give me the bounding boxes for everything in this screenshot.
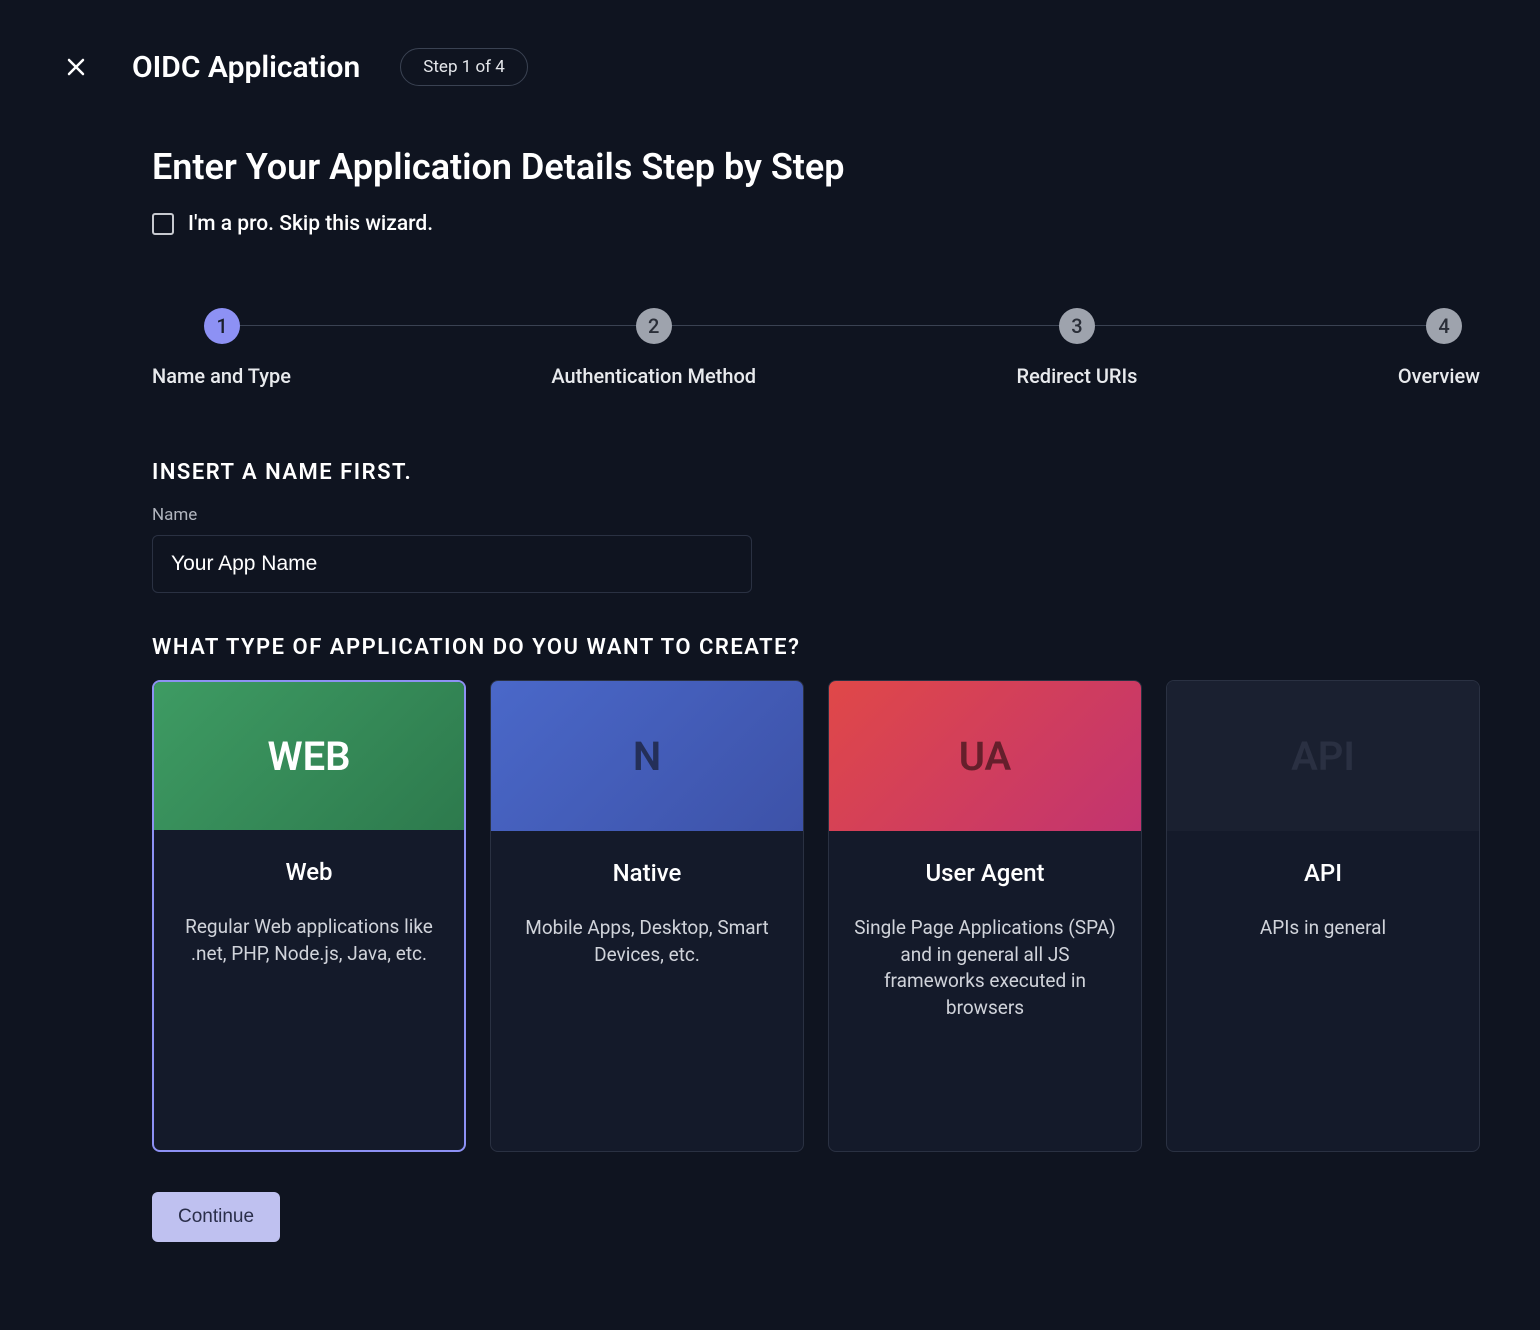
name-field-label: Name <box>152 505 1480 525</box>
type-section-heading: WHAT TYPE OF APPLICATION DO YOU WANT TO … <box>152 635 1480 660</box>
card-body-web: Web Regular Web applications like .net, … <box>154 830 464 1150</box>
continue-button[interactable]: Continue <box>152 1192 280 1242</box>
step-label-3: Redirect URIs <box>1017 364 1138 388</box>
subtitle: Enter Your Application Details Step by S… <box>152 146 1480 188</box>
card-desc-web: Regular Web applications like .net, PHP,… <box>174 914 444 967</box>
card-body-api: API APIs in general <box>1167 831 1479 1151</box>
name-section-heading: INSERT A NAME FIRST. <box>152 460 1480 485</box>
card-hero-ua: UA <box>829 681 1141 831</box>
skip-wizard-label: I'm a pro. Skip this wizard. <box>188 212 433 236</box>
skip-wizard-checkbox-row[interactable]: I'm a pro. Skip this wizard. <box>152 212 1480 236</box>
card-hero-native: N <box>491 681 803 831</box>
card-desc-ua: Single Page Applications (SPA) and in ge… <box>849 915 1121 1021</box>
card-user-agent[interactable]: UA User Agent Single Page Applications (… <box>828 680 1142 1152</box>
stepper: 1 Name and Type 2 Authentication Method … <box>152 308 1480 388</box>
card-hero-web: WEB <box>154 682 464 830</box>
card-body-ua: User Agent Single Page Applications (SPA… <box>829 831 1141 1151</box>
step-label-1: Name and Type <box>152 364 291 388</box>
step-label-2: Authentication Method <box>551 364 756 388</box>
step-circle-4: 4 <box>1426 308 1462 344</box>
card-api[interactable]: API API APIs in general <box>1166 680 1480 1152</box>
card-web[interactable]: WEB Web Regular Web applications like .n… <box>152 680 466 1152</box>
card-desc-native: Mobile Apps, Desktop, Smart Devices, etc… <box>511 915 783 968</box>
close-icon <box>64 55 88 79</box>
app-type-cards: WEB Web Regular Web applications like .n… <box>152 680 1480 1152</box>
step-label-4: Overview <box>1398 364 1480 388</box>
step-circle-1: 1 <box>204 308 240 344</box>
step-badge: Step 1 of 4 <box>400 48 528 86</box>
card-hero-api: API <box>1167 681 1479 831</box>
step-name-and-type[interactable]: 1 Name and Type <box>152 308 291 388</box>
card-title-api: API <box>1187 859 1459 887</box>
step-circle-2: 2 <box>636 308 672 344</box>
step-circle-3: 3 <box>1059 308 1095 344</box>
card-title-ua: User Agent <box>849 859 1121 887</box>
skip-wizard-checkbox[interactable] <box>152 213 174 235</box>
step-authentication-method[interactable]: 2 Authentication Method <box>551 308 756 388</box>
card-native[interactable]: N Native Mobile Apps, Desktop, Smart Dev… <box>490 680 804 1152</box>
stepper-line <box>222 325 1450 326</box>
step-overview[interactable]: 4 Overview <box>1398 308 1480 388</box>
step-redirect-uris[interactable]: 3 Redirect URIs <box>1017 308 1138 388</box>
close-button[interactable] <box>60 51 92 83</box>
card-title-web: Web <box>174 858 444 886</box>
card-desc-api: APIs in general <box>1187 915 1459 942</box>
card-title-native: Native <box>511 859 783 887</box>
page-title: OIDC Application <box>132 50 360 85</box>
name-input[interactable] <box>152 535 752 593</box>
card-body-native: Native Mobile Apps, Desktop, Smart Devic… <box>491 831 803 1151</box>
